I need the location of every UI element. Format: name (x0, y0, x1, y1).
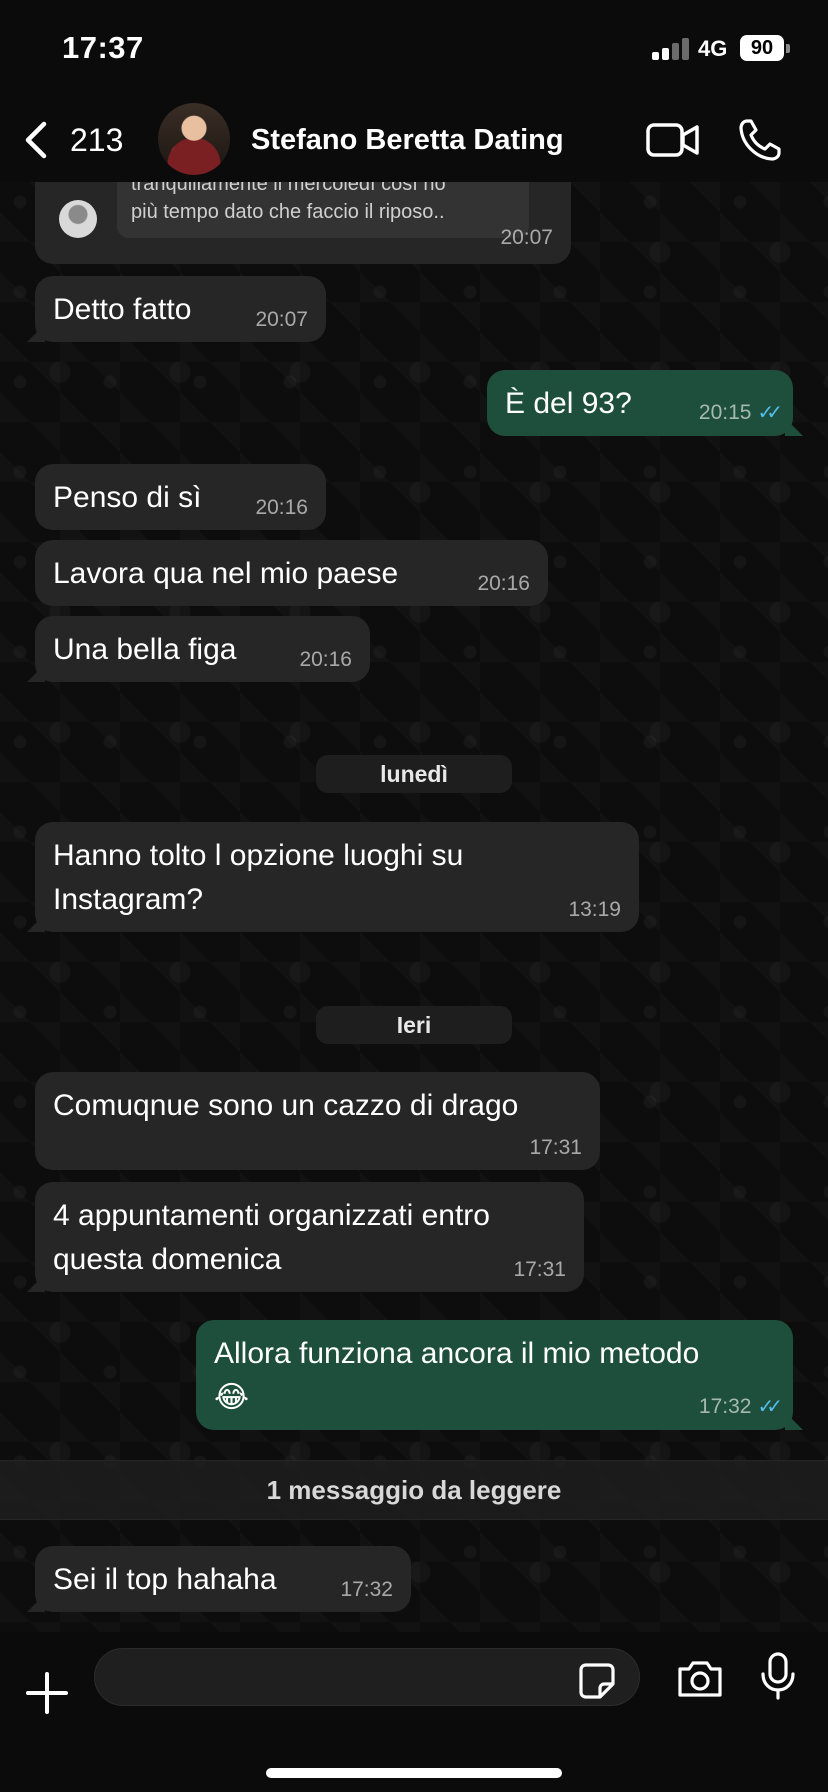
message-time: 17:31 (529, 1136, 582, 1159)
message-time: 13:19 (568, 898, 621, 921)
message-bubble-incoming[interactable]: Hanno tolto l opzione luoghi su Instagra… (35, 822, 639, 932)
unread-messages-banner: 1 messaggio da leggere (0, 1460, 828, 1520)
message-bubble-incoming[interactable]: 4 appuntamenti organizzati entro questa … (35, 1182, 584, 1292)
message-bubble-outgoing[interactable]: Allora funziona ancora il mio metodo 😂 1… (196, 1320, 793, 1430)
status-bar: 17:37 4G 90 (0, 0, 828, 100)
quoted-line-2: più tempo dato che faccio il riposo.. (131, 201, 445, 223)
message-text: Hanno tolto l opzione luoghi su (53, 839, 464, 872)
message-time: 17:32 (698, 1395, 752, 1418)
date-separator: Ieri (316, 1006, 512, 1044)
message-bubble-incoming[interactable]: Comuqnue sono un cazzo di drago 17:31 (35, 1072, 600, 1170)
message-text-line-2: Instagram? (53, 883, 204, 916)
phone-call-icon[interactable] (738, 118, 782, 167)
back-chevron-icon[interactable] (22, 120, 52, 160)
message-time: 20:16 (299, 648, 352, 671)
signal-icon (652, 38, 690, 60)
home-indicator (266, 1768, 562, 1778)
unread-chats-count[interactable]: 213 (70, 122, 123, 159)
message-bubble-outgoing[interactable]: È del 93? 20:15 ✓✓ (487, 370, 793, 436)
contact-avatar[interactable] (158, 103, 230, 175)
camera-icon[interactable] (676, 1660, 724, 1703)
message-bubble-incoming[interactable]: Detto fatto 20:07 (35, 276, 326, 342)
message-time: 20:07 (500, 226, 553, 249)
date-separator: lunedì (316, 755, 512, 793)
message-time: 17:32 (340, 1578, 393, 1601)
status-time: 17:37 (62, 30, 144, 65)
message-bubble-incoming[interactable]: Sei il top hahaha 17:32 (35, 1546, 411, 1612)
contact-name[interactable]: Stefano Beretta Dating (251, 124, 564, 157)
reply-message-card[interactable]: tranquillamente il mercoledì così ho più… (35, 182, 571, 264)
message-time: 20:16 (477, 572, 530, 595)
quoted-line-1: tranquillamente il mercoledì così ho (131, 182, 446, 195)
message-text: Allora funziona ancora il mio metodo (214, 1337, 700, 1370)
network-type: 4G (698, 36, 728, 61)
message-time: 17:31 (513, 1258, 566, 1281)
message-time: 20:07 (255, 308, 308, 331)
message-time: 20:16 (255, 496, 308, 519)
message-bubble-incoming[interactable]: Una bella figa 20:16 (35, 616, 370, 682)
message-text: Lavora qua nel mio paese (53, 557, 399, 590)
video-call-icon[interactable] (646, 122, 700, 163)
read-ticks-icon: ✓✓ (757, 1396, 782, 1418)
quote-author-avatar (59, 200, 97, 238)
message-bubble-incoming[interactable]: Penso di sì 20:16 (35, 464, 326, 530)
message-input[interactable] (94, 1648, 640, 1706)
quoted-text: tranquillamente il mercoledì così ho più… (117, 182, 529, 238)
emoji-laughing-icon: 😂 (214, 1381, 250, 1414)
battery-icon: 90 (740, 35, 784, 61)
message-time-with-ticks: 20:15 ✓✓ (698, 401, 783, 424)
message-text-line-2: questa domenica (53, 1243, 282, 1276)
sticker-icon[interactable] (578, 1662, 616, 1705)
compose-bar (0, 1632, 828, 1792)
message-time-with-ticks: 17:32 ✓✓ (698, 1395, 783, 1418)
message-time: 20:15 (698, 401, 752, 424)
chat-header: 213 Stefano Beretta Dating (0, 100, 828, 182)
message-text: 4 appuntamenti organizzati entro (53, 1199, 490, 1232)
read-ticks-icon: ✓✓ (757, 402, 782, 424)
microphone-icon[interactable] (760, 1652, 796, 1705)
message-bubble-incoming[interactable]: Lavora qua nel mio paese 20:16 (35, 540, 548, 606)
battery-cap (786, 44, 790, 53)
plus-icon[interactable] (26, 1672, 68, 1719)
message-text: Comuqnue sono un cazzo di drago (53, 1089, 519, 1122)
